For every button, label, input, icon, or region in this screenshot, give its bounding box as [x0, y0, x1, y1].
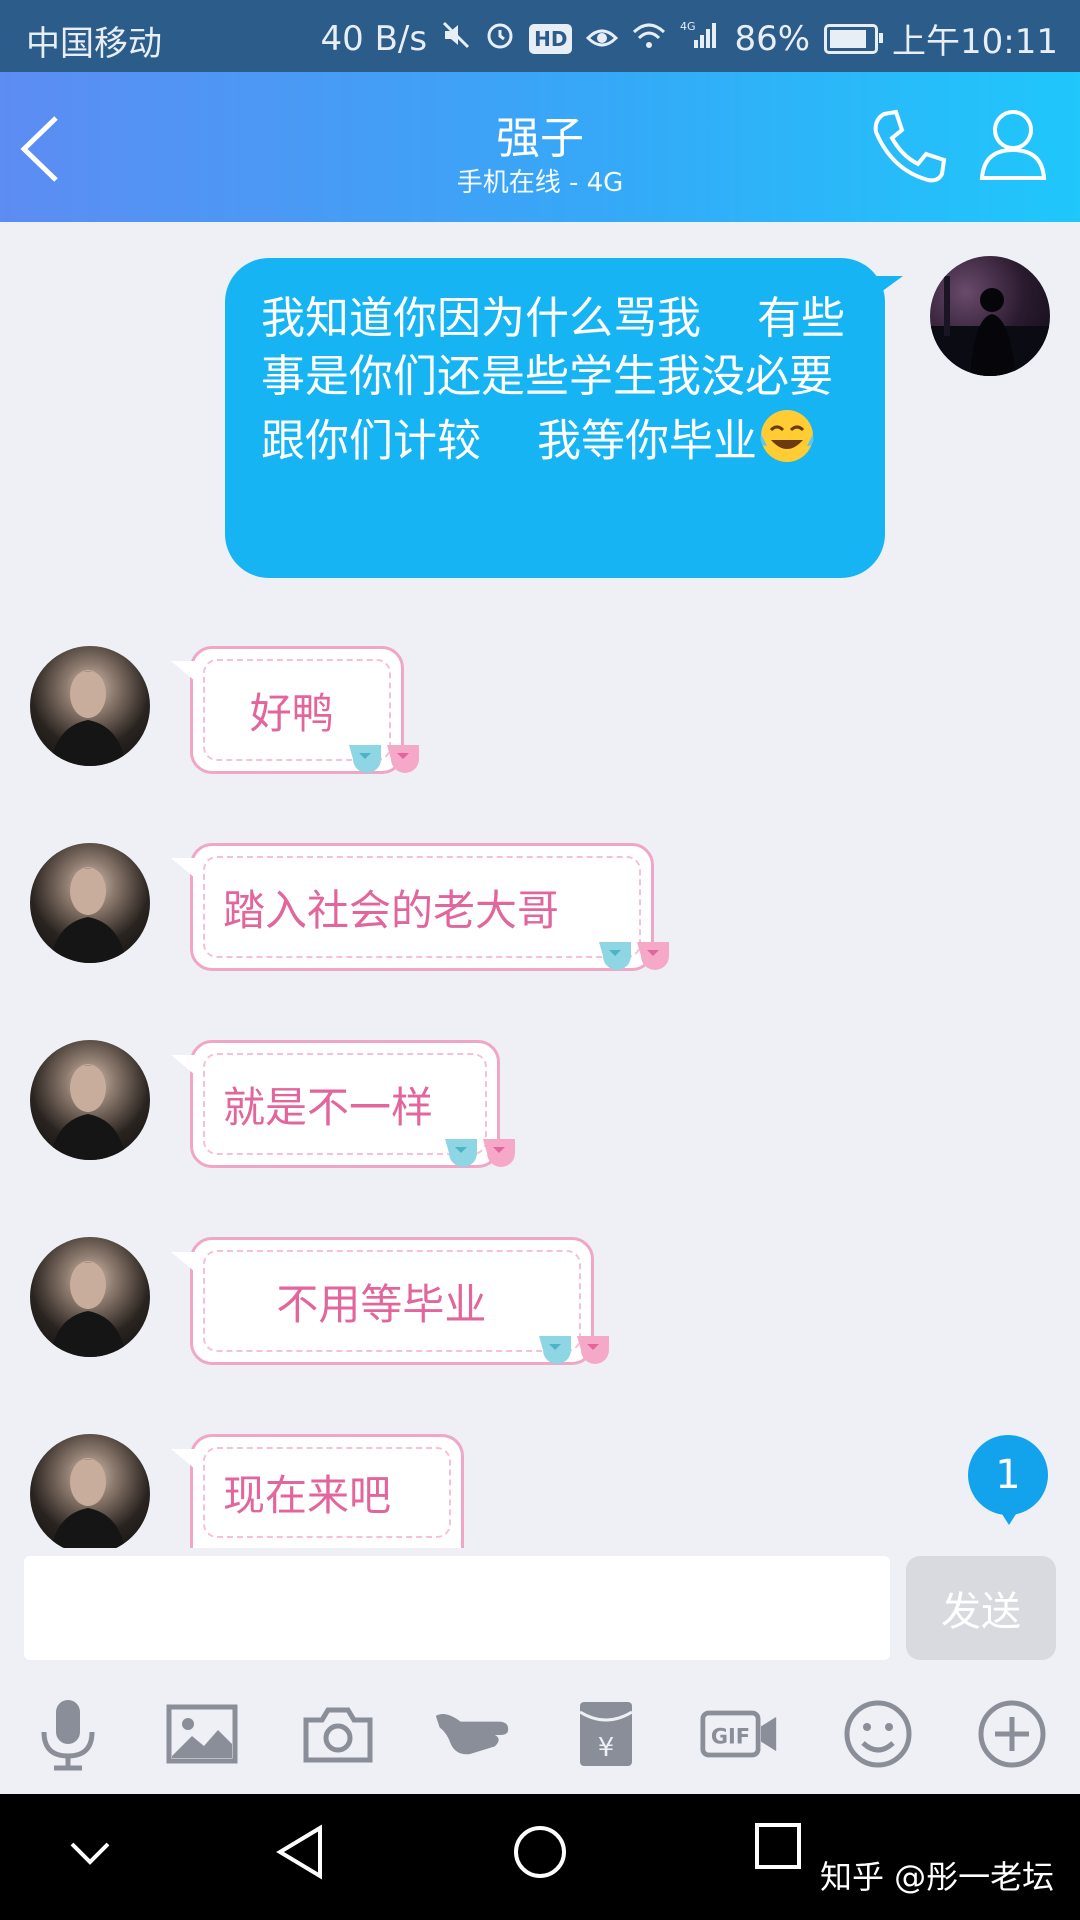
- svg-text:4G: 4G: [680, 20, 696, 33]
- network-speed: 40 B/s: [320, 18, 428, 59]
- message-text: 不用等毕业: [223, 1279, 487, 1329]
- contact-avatar[interactable]: [30, 1434, 150, 1554]
- contact-avatar[interactable]: [30, 1237, 150, 1357]
- my-avatar[interactable]: [930, 256, 1050, 376]
- camera-icon[interactable]: [298, 1694, 378, 1774]
- unread-count-badge[interactable]: 1: [968, 1435, 1048, 1525]
- message-bubble-other[interactable]: 好鸭: [171, 646, 419, 774]
- message-text: 就是不一样: [223, 1082, 434, 1132]
- message-bubble-other[interactable]: 不用等毕业: [171, 1237, 609, 1365]
- chat-toolbar: ¥ GIF: [0, 1672, 1080, 1794]
- svg-text:¥: ¥: [598, 1733, 615, 1763]
- message-bubble-other[interactable]: 踏入社会的老大哥: [171, 843, 669, 971]
- contact-avatar[interactable]: [30, 646, 150, 766]
- chevron-down-icon[interactable]: [68, 1838, 112, 1872]
- message-bubble-other[interactable]: 现在来吧: [171, 1434, 464, 1548]
- status-bar: 中国移动 40 B/s HD 4G 86% 上午10:11: [0, 0, 1080, 72]
- signal-icon: 4G: [680, 19, 720, 59]
- image-icon[interactable]: [162, 1694, 242, 1774]
- chat-header: 强子 手机在线 - 4G: [0, 72, 1080, 222]
- emoji-icon[interactable]: [838, 1694, 918, 1774]
- alarm-icon: [485, 19, 515, 59]
- teacups-decoration-icon: [595, 932, 681, 982]
- watermark-text: 知乎 @彤一老坛: [820, 1858, 1055, 1896]
- teacups-decoration-icon: [535, 1326, 621, 1376]
- teacups-decoration-icon: [441, 1129, 527, 1179]
- microphone-icon[interactable]: [28, 1694, 108, 1774]
- battery-icon: [824, 23, 884, 54]
- hd-indicator: HD: [529, 23, 573, 54]
- plus-icon[interactable]: [972, 1694, 1052, 1774]
- message-bubble-self[interactable]: 我知道你因为什么骂我 有些事是你们还是些学生我没必要跟你们计较 我等你毕业: [225, 258, 903, 578]
- mute-icon: [441, 19, 471, 59]
- home-nav-icon[interactable]: [512, 1824, 568, 1884]
- wifi-icon: [632, 19, 666, 59]
- carrier-name: 中国移动: [26, 24, 162, 64]
- back-nav-icon[interactable]: [274, 1824, 326, 1884]
- laughing-emoji-icon: [757, 406, 817, 481]
- message-text: 现在来吧: [223, 1471, 392, 1520]
- send-button[interactable]: 发送: [906, 1556, 1056, 1660]
- input-bar: 发送: [0, 1548, 1080, 1672]
- poke-icon[interactable]: [432, 1694, 512, 1774]
- battery-percent: 86%: [734, 18, 811, 59]
- message-bubble-other[interactable]: 就是不一样: [171, 1040, 515, 1168]
- message-text: 好鸭: [223, 688, 334, 738]
- message-text: 踏入社会的老大哥: [223, 885, 560, 935]
- eye-icon: [586, 19, 619, 59]
- clock: 上午10:11: [892, 22, 1058, 62]
- teacups-decoration-icon: [345, 735, 431, 785]
- contact-avatar[interactable]: [30, 1040, 150, 1160]
- message-input[interactable]: [24, 1556, 890, 1660]
- battery-fill: [830, 29, 867, 48]
- recents-nav-icon[interactable]: [754, 1822, 802, 1874]
- red-packet-icon[interactable]: ¥: [566, 1694, 646, 1774]
- system-navigation-bar: 知乎 @彤一老坛: [0, 1794, 1080, 1920]
- svg-text:GIF: GIF: [711, 1725, 750, 1749]
- gif-icon[interactable]: GIF: [700, 1694, 780, 1774]
- contact-profile-button[interactable]: [978, 108, 1048, 184]
- phone-call-button[interactable]: [868, 108, 948, 190]
- contact-avatar[interactable]: [30, 843, 150, 963]
